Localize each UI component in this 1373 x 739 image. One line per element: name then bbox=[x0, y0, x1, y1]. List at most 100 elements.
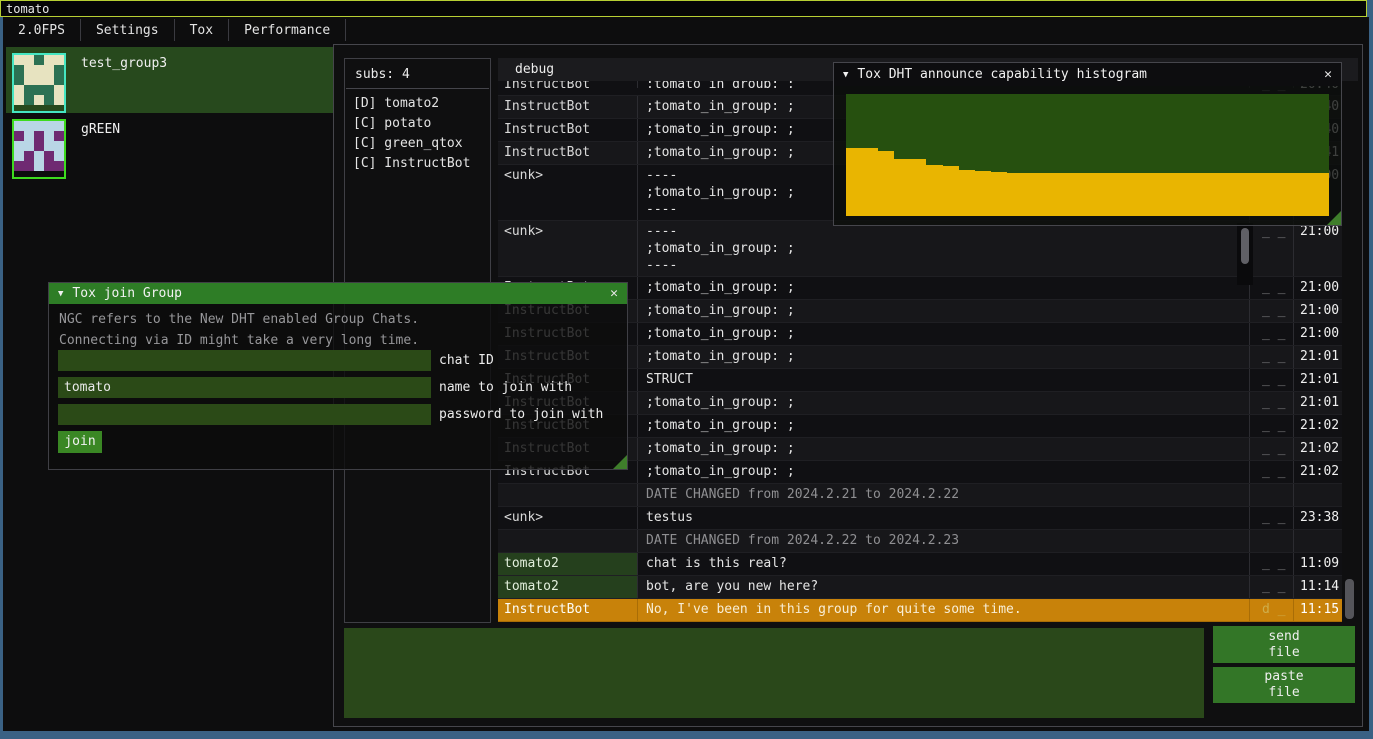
avatar-pixel bbox=[24, 161, 34, 171]
message-timestamp bbox=[1294, 484, 1342, 506]
paste-file-button[interactable]: paste file bbox=[1213, 667, 1355, 703]
group-item-test_group3[interactable]: test_group3 bbox=[6, 47, 333, 113]
message-sender: InstructBot bbox=[498, 81, 638, 88]
histogram-bar bbox=[1313, 173, 1329, 216]
delivery-indicator: _ _ bbox=[1254, 300, 1294, 322]
avatar-pixel bbox=[24, 65, 34, 75]
chat-id-label: chat ID bbox=[439, 350, 494, 371]
message-timestamp: 21:01 bbox=[1294, 392, 1342, 414]
avatar-pixel bbox=[54, 131, 64, 141]
join-password-field[interactable] bbox=[58, 404, 431, 425]
join-button[interactable]: join bbox=[58, 431, 102, 453]
avatar-pixel bbox=[34, 131, 44, 141]
message-sender: <unk> bbox=[498, 221, 638, 276]
avatar-pixel bbox=[24, 75, 34, 85]
table-scrollbar-thumb[interactable] bbox=[1345, 579, 1354, 619]
desktop: tomato 2.0FPSSettingsToxPerformance test… bbox=[0, 0, 1373, 739]
delivery-indicator: d _ bbox=[1254, 599, 1294, 621]
avatar-pixel bbox=[54, 141, 64, 151]
message-sender: InstructBot bbox=[498, 142, 638, 164]
message-text: ;tomato_in_group: ; bbox=[638, 438, 1250, 460]
send-file-button[interactable]: send file bbox=[1213, 626, 1355, 663]
avatar-pixel bbox=[34, 141, 44, 151]
os-titlebar[interactable]: tomato bbox=[0, 0, 1367, 17]
dht-histogram-body bbox=[834, 86, 1341, 225]
group-avatar bbox=[12, 53, 66, 113]
histogram-bar bbox=[878, 151, 894, 216]
histogram-bar bbox=[1184, 173, 1200, 216]
message-sender bbox=[498, 484, 638, 506]
delivery-indicator: _ _ bbox=[1254, 507, 1294, 529]
close-icon[interactable]: ✕ bbox=[610, 286, 618, 301]
avatar-pixel bbox=[24, 151, 34, 161]
avatar-pixel bbox=[14, 95, 24, 105]
group-name-label: test_group3 bbox=[81, 56, 167, 113]
subs-member: [D] tomato2 bbox=[353, 94, 482, 114]
group-item-gREEN[interactable]: gREEN bbox=[6, 113, 333, 179]
collapse-icon[interactable]: ▼ bbox=[843, 70, 848, 80]
avatar-pixel bbox=[54, 75, 64, 85]
message-sender: <unk> bbox=[498, 165, 638, 220]
chat-scrollbar-thumb[interactable] bbox=[1241, 228, 1249, 264]
message-text: ;tomato_in_group: ; bbox=[638, 461, 1250, 483]
histogram-bar bbox=[1152, 173, 1168, 216]
resize-grip[interactable] bbox=[613, 455, 627, 469]
collapse-icon[interactable]: ▼ bbox=[58, 289, 63, 299]
histogram-bar bbox=[926, 165, 942, 216]
avatar-pixel bbox=[24, 141, 34, 151]
histogram-bar bbox=[1281, 173, 1297, 216]
menu-item-performance[interactable]: Performance bbox=[229, 19, 346, 41]
histogram-bar bbox=[1055, 173, 1071, 216]
avatar-pixel bbox=[44, 131, 54, 141]
menu-item-2.0fps[interactable]: 2.0FPS bbox=[3, 19, 81, 41]
avatar-identicon bbox=[14, 55, 64, 105]
message-text: bot, are you new here? bbox=[638, 576, 1250, 598]
message-sender: tomato2 bbox=[498, 576, 638, 598]
join-group-titlebar[interactable]: ▼ Tox join Group ✕ bbox=[49, 283, 627, 304]
message-text: ;tomato_in_group: ; bbox=[638, 415, 1250, 437]
message-input[interactable] bbox=[344, 628, 1204, 718]
message-text: ;tomato_in_group: ; bbox=[638, 323, 1250, 345]
close-icon[interactable]: ✕ bbox=[1324, 67, 1332, 82]
resize-grip[interactable] bbox=[1327, 211, 1341, 225]
subs-member: [C] green_qtox bbox=[353, 134, 482, 154]
avatar-pixel bbox=[54, 65, 64, 75]
date-changed-row[interactable]: DATE CHANGED from 2024.2.22 to 2024.2.23 bbox=[498, 530, 1342, 553]
message-row[interactable]: tomato2chat is this real?_ _11:09 bbox=[498, 553, 1342, 576]
histogram-bar bbox=[1264, 173, 1280, 216]
avatar-pixel bbox=[34, 151, 44, 161]
menu-item-settings[interactable]: Settings bbox=[81, 19, 175, 41]
chat-id-field[interactable] bbox=[58, 350, 431, 371]
menu-item-tox[interactable]: Tox bbox=[175, 19, 229, 41]
message-row[interactable]: <unk>----;tomato_in_group: ;----_ _21:00 bbox=[498, 221, 1342, 277]
delivery-indicator: _ _ bbox=[1254, 438, 1294, 460]
message-row[interactable]: <unk>testus_ _23:38 bbox=[498, 507, 1342, 530]
histogram-bar bbox=[1232, 173, 1248, 216]
send-file-label-1: send bbox=[1268, 629, 1299, 645]
avatar-pixel bbox=[14, 121, 24, 131]
avatar-pixel bbox=[54, 95, 64, 105]
histogram-bar bbox=[1120, 173, 1136, 216]
dht-histogram-titlebar[interactable]: ▼ Tox DHT announce capability histogram … bbox=[834, 63, 1341, 86]
message-row[interactable]: InstructBotNo, I've been in this group f… bbox=[498, 599, 1342, 622]
message-text: ;tomato_in_group: ; bbox=[638, 277, 1250, 299]
avatar-pixel bbox=[54, 121, 64, 131]
message-timestamp: 11:14 bbox=[1294, 576, 1342, 598]
tab-debug-label: debug bbox=[515, 62, 554, 77]
histogram-bar bbox=[910, 159, 926, 216]
message-timestamp: 21:02 bbox=[1294, 415, 1342, 437]
avatar-pixel bbox=[14, 85, 24, 95]
menu-bar: 2.0FPSSettingsToxPerformance bbox=[3, 19, 346, 41]
message-sender: InstructBot bbox=[498, 96, 638, 118]
message-text: chat is this real? bbox=[638, 553, 1250, 575]
message-text: testus bbox=[638, 507, 1250, 529]
date-changed-row[interactable]: DATE CHANGED from 2024.2.21 to 2024.2.22 bbox=[498, 484, 1342, 507]
join-desc-line2: Connecting via ID might take a very long… bbox=[59, 333, 419, 348]
avatar-pixel bbox=[44, 161, 54, 171]
message-timestamp: 11:09 bbox=[1294, 553, 1342, 575]
avatar-pixel bbox=[34, 75, 44, 85]
join-name-field[interactable]: tomato bbox=[58, 377, 431, 398]
message-text: STRUCT bbox=[638, 369, 1250, 391]
message-row[interactable]: tomato2bot, are you new here?_ _11:14 bbox=[498, 576, 1342, 599]
avatar-pixel bbox=[14, 65, 24, 75]
